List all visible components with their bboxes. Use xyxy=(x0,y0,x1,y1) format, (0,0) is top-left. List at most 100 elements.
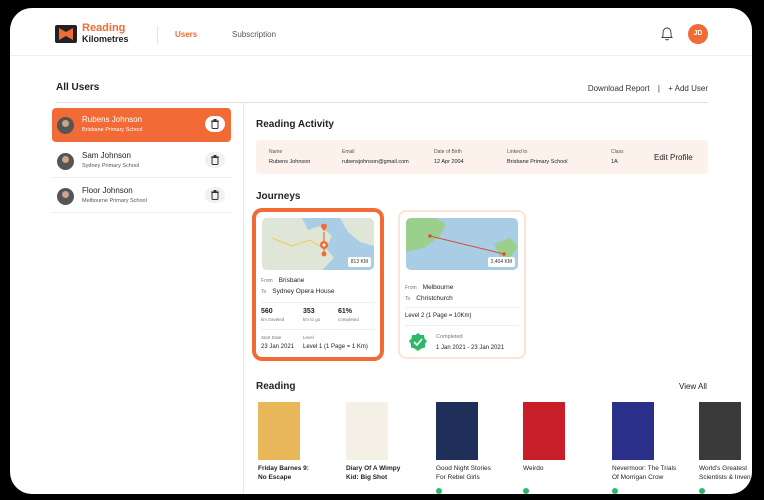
info-label: Class xyxy=(611,149,624,155)
view-all-link[interactable]: View All xyxy=(679,382,707,391)
stat-traveled: 560 km traveled xyxy=(261,308,284,322)
from-value: Brisbane xyxy=(278,277,305,284)
card-divider xyxy=(405,307,519,308)
stat-label: completed xyxy=(338,317,359,322)
journey-status: Completed xyxy=(436,334,463,340)
stat-completed: 61% completed xyxy=(338,308,359,322)
user-school: Melbourne Primary School xyxy=(82,198,147,204)
book-cover[interactable] xyxy=(346,402,388,460)
user-info-card: Name Rubens Johnson Email rubensjohnson@… xyxy=(256,140,708,174)
to-value: Sydney Opera House xyxy=(272,288,335,295)
user-name: Rubens Johnson xyxy=(82,115,143,124)
profile-avatar[interactable]: JD xyxy=(688,24,708,44)
book-title-line-2: For Rebel Girls xyxy=(436,474,480,481)
brand-line-1: Reading xyxy=(82,22,126,34)
card-divider xyxy=(261,302,375,303)
book-status-dot xyxy=(699,488,705,494)
card-divider xyxy=(261,329,375,330)
book-cover[interactable] xyxy=(258,402,300,460)
to-label: To xyxy=(261,289,267,295)
user-avatar xyxy=(57,117,74,134)
from-label: From xyxy=(261,278,273,284)
user-list-item[interactable]: Rubens Johnson Brisbane Primary School xyxy=(52,108,231,142)
to-value: Christchurch xyxy=(416,295,453,302)
book-title[interactable]: Nevermoor: The Trials Of Morrigan Crow xyxy=(612,464,692,482)
book-title-line-1: Nevermoor: The Trials xyxy=(612,465,677,472)
stat-label: km to go xyxy=(303,317,321,322)
info-label: Email xyxy=(342,149,355,155)
stat-value: 61% xyxy=(338,308,353,315)
level-label: Level xyxy=(303,335,314,340)
info-value: Rubens Johnson xyxy=(269,159,311,165)
book-status-dot xyxy=(523,488,529,494)
to-label: To xyxy=(405,296,411,302)
book-cover[interactable] xyxy=(436,402,478,460)
journey-distance: 813 KM xyxy=(347,257,371,267)
user-school: Sydney Primary School xyxy=(82,163,140,169)
book-title[interactable]: World's Greatest Scientists & Inven xyxy=(699,464,752,482)
info-dob: Date of Birth 12 Apr 2004 xyxy=(434,149,464,165)
journey-to: To Christchurch xyxy=(405,295,453,302)
journey-dates: 1 Jan 2021 - 23 Jan 2021 xyxy=(436,345,505,351)
book-title-line-1: Diary Of A Wimpy xyxy=(346,465,401,472)
book-title-line-2: Of Morrigan Crow xyxy=(612,474,664,481)
journey-from: From Brisbane xyxy=(261,277,304,284)
add-user-link[interactable]: + Add User xyxy=(668,84,708,93)
journey-card-active[interactable]: 813 KM From Brisbane To Sydney Opera House… xyxy=(256,212,380,357)
notification-bell-icon[interactable] xyxy=(661,27,673,41)
header-divider xyxy=(157,26,158,44)
info-label: Linked to xyxy=(507,149,528,155)
trash-icon xyxy=(211,190,219,200)
edit-profile-button[interactable]: Edit Profile xyxy=(654,153,693,162)
user-list-item[interactable]: Floor Johnson Melbourne Primary School xyxy=(52,179,231,213)
book-status-dot xyxy=(436,488,442,494)
book-status-dot xyxy=(612,488,618,494)
book-title-line-2: Scientists & Inven xyxy=(699,474,751,481)
top-bar: Reading Kilometres Users Subscription JD xyxy=(10,8,752,56)
user-avatar xyxy=(57,188,74,205)
delete-user-button[interactable] xyxy=(205,152,225,168)
book-title[interactable]: Good Night Stories For Rebel Girls xyxy=(436,464,516,482)
nav-tab-subscription[interactable]: Subscription xyxy=(232,30,276,39)
journey-from: From Melbourne xyxy=(405,284,453,291)
journey-to: To Sydney Opera House xyxy=(261,288,334,295)
stat-value: 560 xyxy=(261,308,273,315)
book-cover[interactable] xyxy=(523,402,565,460)
user-name: Floor Johnson xyxy=(82,186,133,195)
nav-tab-users[interactable]: Users xyxy=(175,30,197,39)
book-title[interactable]: Weirdo xyxy=(523,464,603,473)
reading-kilometres-logo-icon xyxy=(55,25,77,43)
info-name: Name Rubens Johnson xyxy=(269,149,310,165)
level-value: Level 1 (1 Page = 1 Km) xyxy=(303,344,368,350)
book-title-line-1: Friday Barnes 9: xyxy=(258,465,309,472)
journey-map: 2,404 KM xyxy=(406,218,518,270)
brand-line-2: Kilometres xyxy=(82,34,129,44)
book-title[interactable]: Friday Barnes 9: No Escape xyxy=(258,464,338,482)
start-date-label: Start Date xyxy=(261,335,282,340)
book-title-line-2: Kid: Big Shot xyxy=(346,474,388,481)
user-list-item[interactable]: Sam Johnson Sydney Primary School xyxy=(52,144,231,178)
info-email: Email rubensjohnson@gmail.com xyxy=(342,149,409,165)
trash-icon xyxy=(211,119,219,129)
delete-user-button[interactable] xyxy=(205,116,225,132)
book-cover[interactable] xyxy=(699,402,741,460)
completed-badge-icon xyxy=(409,333,427,351)
book-cover[interactable] xyxy=(612,402,654,460)
journey-card[interactable]: 2,404 KM From Melbourne To Christchurch Le… xyxy=(400,212,524,357)
info-value: 1A xyxy=(611,159,618,165)
start-date-value: 23 Jan 2021 xyxy=(261,344,295,350)
info-label: Date of Birth xyxy=(434,149,462,155)
from-label: From xyxy=(405,285,417,291)
info-value: rubensjohnson@gmail.com xyxy=(342,159,409,165)
book-title-line-1: Weirdo xyxy=(523,465,544,472)
column-divider xyxy=(243,103,244,494)
reading-title: Reading xyxy=(256,381,296,392)
download-report-link[interactable]: Download Report xyxy=(588,84,650,93)
delete-user-button[interactable] xyxy=(205,187,225,203)
level-value: Level 2 (1 Page = 10Km) xyxy=(405,313,472,319)
brand-name[interactable]: Reading Kilometres xyxy=(82,23,129,45)
stat-label: km traveled xyxy=(261,317,285,322)
stat-value: 353 xyxy=(303,308,315,315)
book-title[interactable]: Diary Of A Wimpy Kid: Big Shot xyxy=(346,464,426,482)
trash-icon xyxy=(211,155,219,165)
